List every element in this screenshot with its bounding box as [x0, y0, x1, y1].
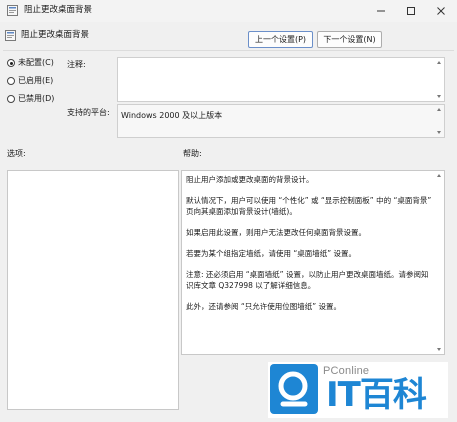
header-divider: [3, 50, 454, 51]
previous-setting-button[interactable]: 上一个设置(P): [248, 31, 313, 48]
platform-field: Windows 2000 及以上版本: [117, 104, 445, 138]
platform-label: 支持的平台:: [67, 108, 110, 117]
next-setting-button[interactable]: 下一个设置(N): [317, 31, 382, 48]
help-label: 帮助:: [183, 149, 202, 158]
help-paragraph: 此外，还请参阅 “只允许使用位图墙纸” 设置。: [186, 302, 342, 311]
scroll-up-icon: [437, 108, 441, 111]
scroll-up-icon: [437, 174, 441, 177]
help-text: 阻止用户添加或更改桌面的背景设计。 默认情况下，用户可以使用 “个性化” 或 “…: [186, 174, 432, 322]
maximize-button[interactable]: [396, 0, 426, 22]
minimize-icon: [377, 10, 385, 12]
help-pane: 阻止用户添加或更改桌面的背景设计。 默认情况下，用户可以使用 “个性化” 或 “…: [181, 170, 445, 355]
radio-label: 已禁用(D): [18, 94, 55, 103]
scroll-down-icon: [437, 131, 441, 134]
radio-disabled[interactable]: 已禁用(D): [7, 93, 54, 105]
comment-scrollbar[interactable]: [435, 58, 444, 101]
options-pane: [7, 170, 179, 410]
comment-textarea[interactable]: [117, 57, 445, 102]
policy-setting-icon: [7, 5, 18, 16]
policy-editor-window: 阻止更改桌面背景 阻止更改桌面背景 上一个设置(P) 下一个设置(N) 未配置(…: [0, 0, 457, 422]
platform-value: Windows 2000 及以上版本: [121, 111, 223, 120]
options-label: 选项:: [7, 149, 26, 158]
pconline-watermark: PConline IT百科: [268, 362, 448, 418]
radio-not-configured[interactable]: 未配置(C): [7, 57, 54, 69]
close-button[interactable]: [426, 0, 456, 22]
window-title: 阻止更改桌面背景: [24, 5, 93, 15]
radio-selected-icon: [7, 59, 15, 67]
pconline-logo-icon: [270, 364, 318, 414]
help-paragraph: 默认情况下，用户可以使用 “个性化” 或 “显示控制面板” 中的 “桌面背景” …: [186, 196, 432, 216]
maximize-icon: [407, 7, 415, 15]
setting-title: 阻止更改桌面背景: [21, 30, 90, 40]
radio-enabled[interactable]: 已启用(E): [7, 75, 53, 87]
comment-label: 注释:: [67, 60, 86, 69]
scroll-down-icon: [437, 95, 441, 98]
scroll-down-icon: [437, 348, 441, 351]
help-paragraph: 注意: 还必须启用 “桌面墙纸” 设置，以防止用户更改桌面墙纸。请参阅知识库文章…: [186, 270, 429, 290]
radio-unselected-icon: [7, 95, 15, 103]
radio-unselected-icon: [7, 77, 15, 85]
radio-label: 已启用(E): [18, 76, 54, 85]
help-paragraph: 如果启用此设置，则用户无法更改任何桌面背景设置。: [186, 228, 366, 237]
radio-label: 未配置(C): [18, 58, 54, 67]
title-bar: 阻止更改桌面背景: [0, 0, 457, 22]
help-paragraph: 若要为某个组指定墙纸，请使用 “桌面墙纸” 设置。: [186, 249, 357, 258]
minimize-button[interactable]: [366, 0, 396, 22]
scroll-up-icon: [437, 61, 441, 64]
help-scrollbar[interactable]: [435, 171, 444, 354]
help-paragraph: 阻止用户添加或更改桌面的背景设计。: [186, 175, 314, 184]
close-icon: [437, 7, 445, 15]
platform-scrollbar[interactable]: [435, 105, 444, 137]
policy-setting-icon: [5, 30, 16, 41]
watermark-text: IT百科: [326, 375, 427, 415]
